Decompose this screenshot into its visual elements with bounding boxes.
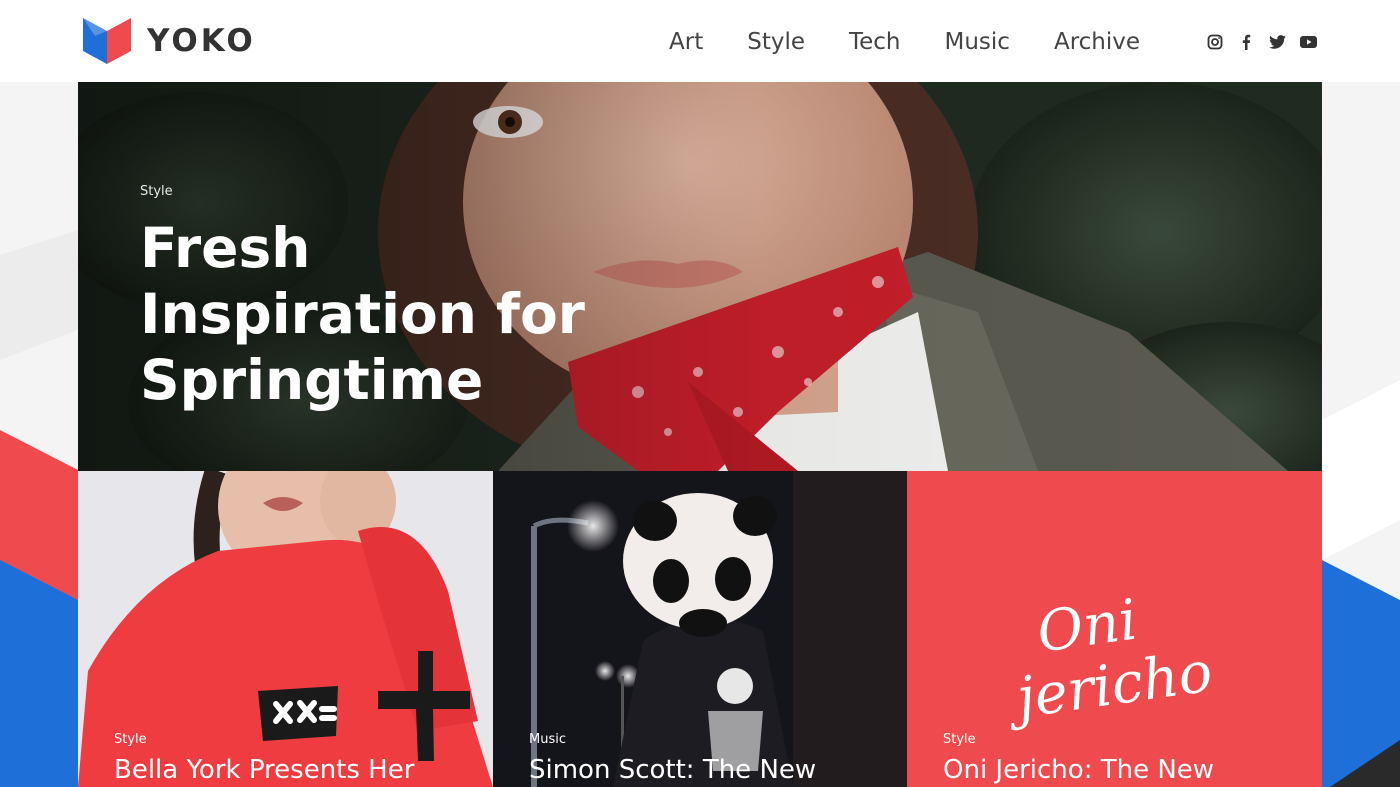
nav-item-art[interactable]: Art <box>669 29 703 55</box>
post-card-simon-scott[interactable]: Music Simon Scott: The New <box>493 471 907 787</box>
site-header: YOKO Art Style Tech Music Archive <box>0 0 1400 82</box>
nav-item-music[interactable]: Music <box>945 29 1010 55</box>
hero-title[interactable]: Fresh Inspiration for Springtime <box>140 215 620 413</box>
card-title[interactable]: Oni Jericho: The New <box>943 755 1214 785</box>
youtube-icon[interactable] <box>1299 33 1317 51</box>
card-category[interactable]: Style <box>943 732 976 747</box>
post-card-bella-york[interactable]: Style Bella York Presents Her <box>78 471 493 787</box>
card-title[interactable]: Bella York Presents Her <box>114 755 414 785</box>
facebook-icon[interactable] <box>1237 33 1255 51</box>
nav-item-tech[interactable]: Tech <box>849 29 901 55</box>
instagram-icon[interactable] <box>1206 33 1224 51</box>
hero-category[interactable]: Style <box>140 184 173 199</box>
nav-item-archive[interactable]: Archive <box>1054 29 1140 55</box>
logo-mark-icon <box>83 18 131 64</box>
post-card-oni-jericho[interactable]: Oni jericho Style Oni Jericho: The New <box>907 471 1322 787</box>
card-category[interactable]: Style <box>114 732 147 747</box>
social-links <box>1206 33 1317 51</box>
brand-logo[interactable]: YOKO <box>83 18 256 64</box>
main-nav: Art Style Tech Music Archive <box>669 26 1140 58</box>
hero-post[interactable]: Style Fresh Inspiration for Springtime <box>78 82 1322 471</box>
twitter-icon[interactable] <box>1268 33 1286 51</box>
card-title[interactable]: Simon Scott: The New <box>529 755 816 785</box>
card-category[interactable]: Music <box>529 732 566 747</box>
nav-item-style[interactable]: Style <box>747 29 805 55</box>
brand-name: YOKO <box>147 23 256 59</box>
